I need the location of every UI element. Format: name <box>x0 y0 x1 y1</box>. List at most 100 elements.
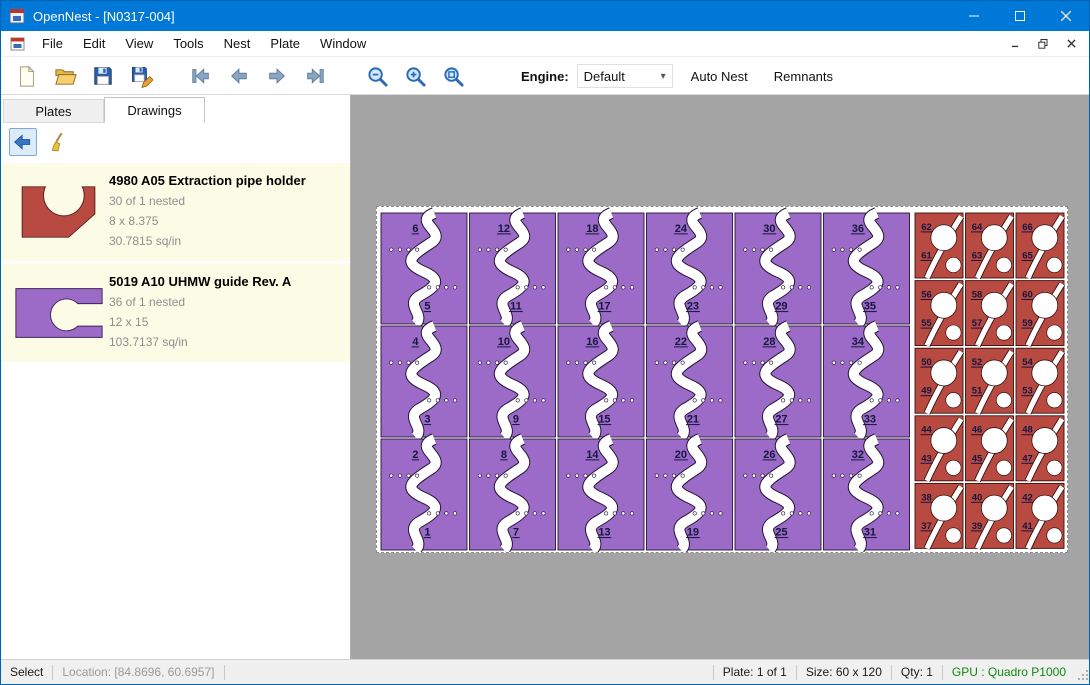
svg-text:46: 46 <box>972 425 983 436</box>
resize-grip[interactable] <box>1077 668 1089 684</box>
zoom-in-button[interactable] <box>399 61 431 91</box>
drawing-list: 4980 A05 Extraction pipe holder 30 of 1 … <box>1 163 350 365</box>
nav-next-icon <box>266 65 288 87</box>
menu-edit[interactable]: Edit <box>73 31 115 57</box>
app-window: OpenNest - [N0317-004] File Edit View To… <box>0 0 1090 685</box>
zoom-group <box>361 61 475 91</box>
open-folder-icon <box>54 65 77 88</box>
svg-text:66: 66 <box>1022 222 1033 233</box>
nav-last-icon <box>304 65 326 87</box>
menu-tools[interactable]: Tools <box>163 31 213 57</box>
menu-nest[interactable]: Nest <box>214 31 261 57</box>
zoom-fit-icon <box>442 65 465 88</box>
plate-size-status: Size: 60 x 120 <box>797 665 891 679</box>
previous-plate-button[interactable] <box>223 61 255 91</box>
svg-text:9: 9 <box>513 414 519 426</box>
mdi-restore-icon <box>1038 39 1048 49</box>
main-area: Plates Drawings 4980 A05 Extraction pip <box>1 95 1089 659</box>
plate-svg[interactable]: 6512111817242330293635431091615222128273… <box>377 207 1067 552</box>
open-button[interactable] <box>49 61 81 91</box>
svg-text:39: 39 <box>972 521 983 532</box>
drawing-item-2[interactable]: 5019 A10 UHMW guide Rev. A 36 of 1 neste… <box>1 264 350 362</box>
navigation-group <box>185 61 337 91</box>
svg-text:17: 17 <box>598 301 610 313</box>
tab-plates[interactable]: Plates <box>3 99 104 123</box>
svg-text:41: 41 <box>1022 521 1033 532</box>
zoom-fit-button[interactable] <box>437 61 469 91</box>
svg-text:36: 36 <box>852 223 864 235</box>
svg-text:28: 28 <box>763 336 775 348</box>
mdi-restore-button[interactable] <box>1035 36 1051 52</box>
drawing-size: 8 x 8.375 <box>109 211 342 231</box>
svg-text:48: 48 <box>1022 425 1033 436</box>
svg-text:24: 24 <box>675 223 688 235</box>
save-as-button[interactable] <box>125 61 157 91</box>
mdi-close-button[interactable] <box>1063 36 1079 52</box>
plate[interactable]: 6512111817242330293635431091615222128273… <box>376 206 1068 553</box>
menu-view[interactable]: View <box>115 31 163 57</box>
mdi-minimize-icon <box>1011 39 1020 48</box>
mdi-minimize-button[interactable] <box>1007 36 1023 52</box>
maximize-button[interactable] <box>997 1 1043 31</box>
first-plate-button[interactable] <box>185 61 217 91</box>
new-button[interactable] <box>11 61 43 91</box>
svg-text:25: 25 <box>775 527 787 539</box>
svg-text:53: 53 <box>1022 386 1033 397</box>
save-button[interactable] <box>87 61 119 91</box>
last-plate-button[interactable] <box>299 61 331 91</box>
save-icon <box>92 65 114 87</box>
back-arrow-icon <box>13 132 33 152</box>
nav-first-icon <box>190 65 212 87</box>
close-icon <box>1061 11 1071 21</box>
svg-text:55: 55 <box>921 318 932 329</box>
svg-text:15: 15 <box>598 414 610 426</box>
drawing-info: 5019 A10 UHMW guide Rev. A 36 of 1 neste… <box>109 274 342 352</box>
svg-text:32: 32 <box>852 449 864 461</box>
drawing-name: 4980 A05 Extraction pipe holder <box>109 173 342 188</box>
svg-text:22: 22 <box>675 336 687 348</box>
svg-text:29: 29 <box>775 301 787 313</box>
clean-button[interactable] <box>45 128 73 156</box>
menu-file[interactable]: File <box>32 31 73 57</box>
svg-text:62: 62 <box>921 222 932 233</box>
close-button[interactable] <box>1043 1 1089 31</box>
menu-window[interactable]: Window <box>310 31 376 57</box>
svg-text:57: 57 <box>972 318 983 329</box>
document-window-icon[interactable] <box>10 36 26 52</box>
svg-text:33: 33 <box>864 414 876 426</box>
engine-dropdown[interactable]: Default ▾ <box>577 64 673 88</box>
drawing-info: 4980 A05 Extraction pipe holder 30 of 1 … <box>109 173 342 251</box>
minimize-button[interactable] <box>951 1 997 31</box>
back-arrow-button[interactable] <box>9 128 37 156</box>
zoom-out-button[interactable] <box>361 61 393 91</box>
plate-count-status: Plate: 1 of 1 <box>714 665 796 679</box>
menu-plate[interactable]: Plate <box>260 31 310 57</box>
qty-status: Qty: 1 <box>892 665 942 679</box>
tab-drawings[interactable]: Drawings <box>104 97 205 123</box>
svg-text:3: 3 <box>424 414 430 426</box>
zoom-in-icon <box>404 65 427 88</box>
svg-text:21: 21 <box>687 414 699 426</box>
auto-nest-button[interactable]: Auto Nest <box>683 63 756 90</box>
remnants-button[interactable]: Remnants <box>766 63 841 90</box>
minimize-icon <box>969 11 979 21</box>
panel-toolbar <box>1 123 350 161</box>
new-document-icon <box>16 65 38 88</box>
svg-text:31: 31 <box>864 527 876 539</box>
broom-icon <box>49 132 69 152</box>
svg-text:11: 11 <box>510 301 522 313</box>
svg-text:30: 30 <box>763 223 775 235</box>
svg-text:44: 44 <box>921 425 932 436</box>
app-icon <box>9 8 25 24</box>
svg-text:64: 64 <box>972 222 983 233</box>
svg-text:51: 51 <box>972 386 983 397</box>
nest-canvas[interactable]: 6512111817242330293635431091615222128273… <box>351 95 1089 659</box>
titlebar: OpenNest - [N0317-004] <box>1 1 1089 31</box>
next-plate-button[interactable] <box>261 61 293 91</box>
svg-text:26: 26 <box>763 449 775 461</box>
svg-text:20: 20 <box>675 449 687 461</box>
part-thumbnail-red <box>9 181 109 243</box>
svg-text:14: 14 <box>586 449 599 461</box>
drawing-item-1[interactable]: 4980 A05 Extraction pipe holder 30 of 1 … <box>1 163 350 261</box>
save-as-icon <box>130 65 153 88</box>
